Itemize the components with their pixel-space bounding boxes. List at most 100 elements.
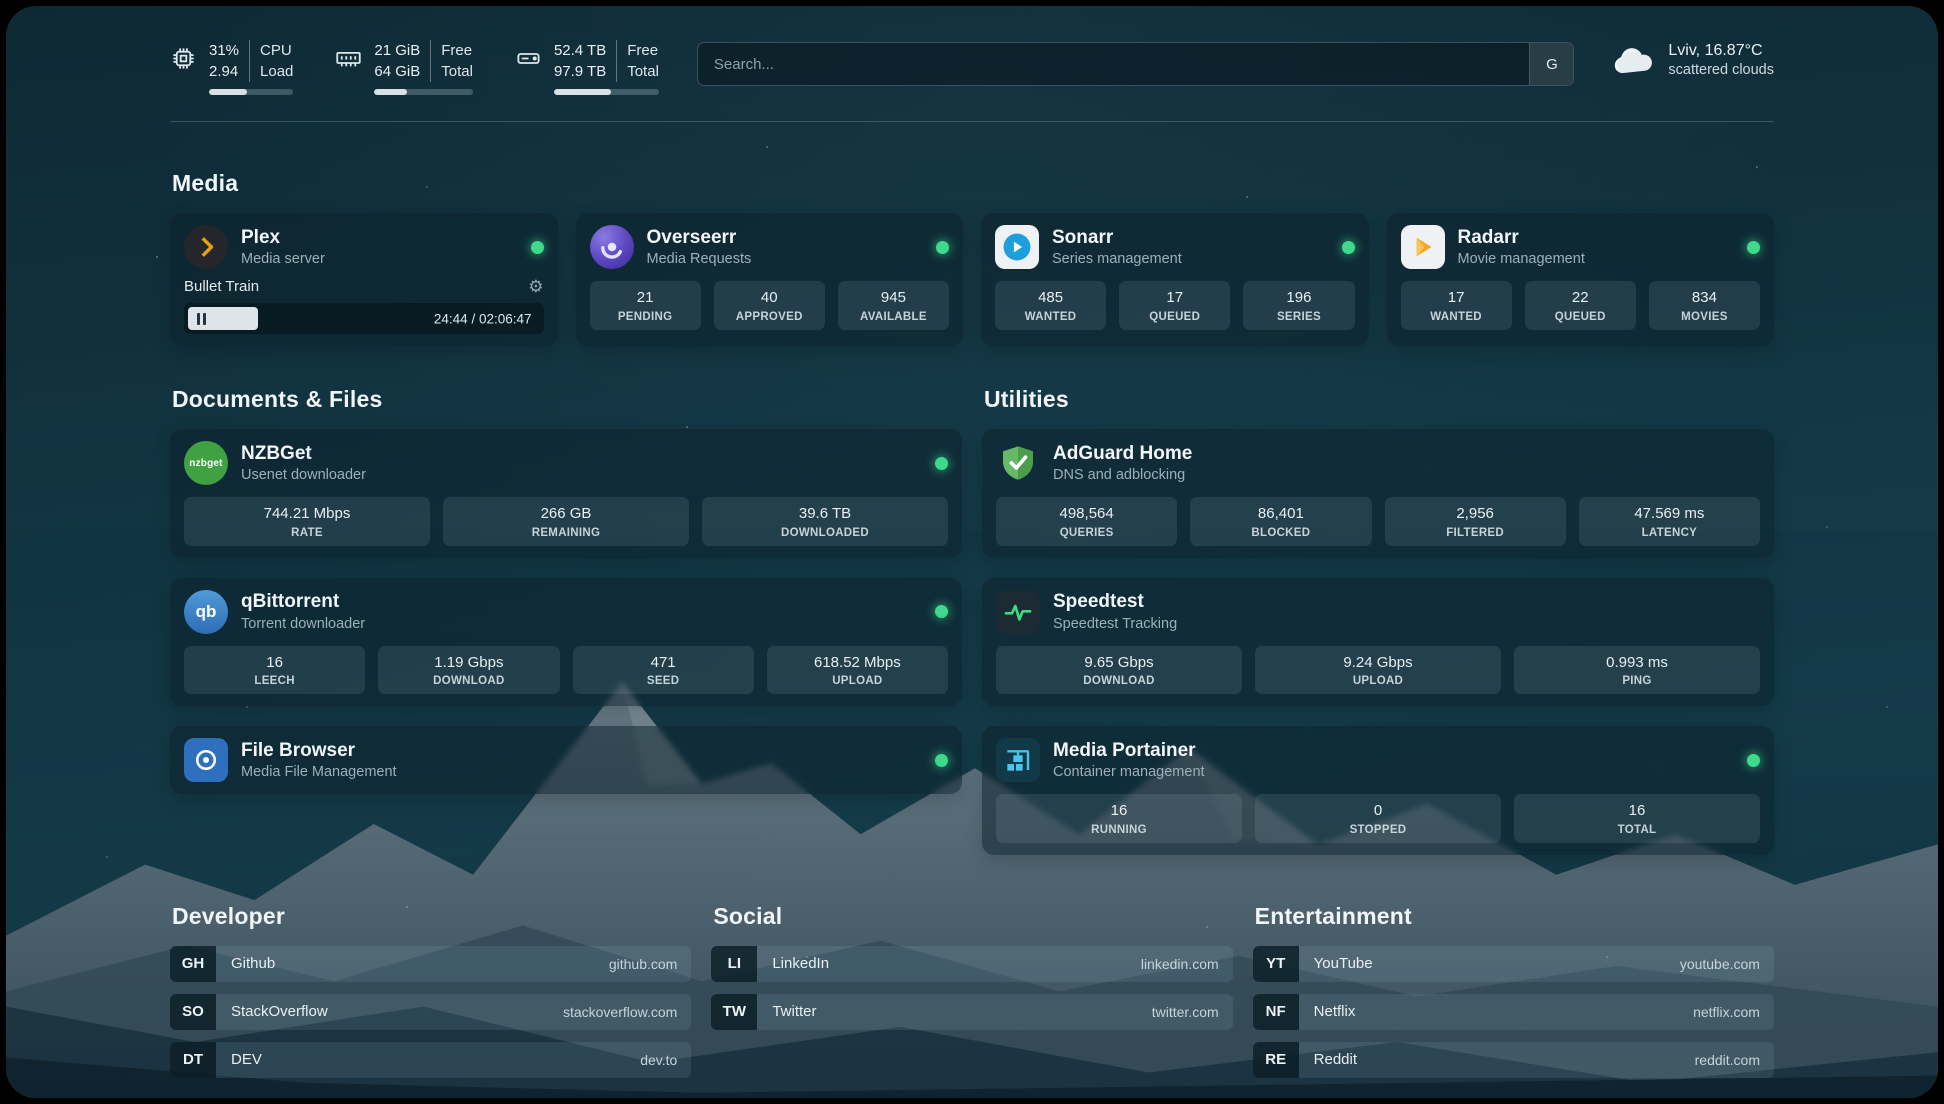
ram-progress-fill <box>374 89 407 95</box>
topbar-divider <box>170 121 1774 122</box>
cpu-icon <box>170 45 197 72</box>
sonarr-card[interactable]: Sonarr Series management 485 WANTED 17 Q… <box>981 213 1369 346</box>
nzbget-subtitle: Usenet downloader <box>241 467 914 483</box>
qbittorrent-card[interactable]: qb qBittorrent Torrent downloader 16 <box>170 578 962 707</box>
qbittorrent-stat-leech: 16 LEECH <box>184 646 365 695</box>
radarr-stat-queued: 22 QUEUED <box>1525 281 1636 330</box>
overseerr-stat-approved: 40 APPROVED <box>714 281 825 330</box>
plex-status-dot <box>531 241 544 254</box>
stat-value: 196 <box>1247 288 1350 308</box>
bookmark-linkedin[interactable]: LI LinkedIn linkedin.com <box>711 946 1232 982</box>
qbittorrent-subtitle: Torrent downloader <box>241 616 914 632</box>
filebrowser-card[interactable]: File Browser Media File Management <box>170 726 962 794</box>
bookmark-url: linkedin.com <box>1141 956 1233 972</box>
now-playing-title: Bullet Train <box>184 278 259 295</box>
stat-label: PENDING <box>594 311 697 323</box>
adguard-stat-latency: 47.569 ms LATENCY <box>1579 497 1760 546</box>
adguard-card[interactable]: AdGuard Home DNS and adblocking 498,564 … <box>982 429 1774 558</box>
bookmark-netflix[interactable]: NF Netflix netflix.com <box>1253 994 1774 1030</box>
portainer-title: Media Portainer <box>1053 740 1726 762</box>
plex-settings-gear-icon[interactable]: ⚙ <box>528 278 543 295</box>
weather-condition: scattered clouds <box>1668 62 1774 78</box>
stat-value: 16 <box>1000 801 1238 821</box>
plex-icon <box>184 225 228 269</box>
adguard-stat-blocked: 86,401 BLOCKED <box>1190 497 1371 546</box>
stat-label: FILTERED <box>1389 527 1562 539</box>
bookmark-name: Twitter <box>757 1003 1151 1020</box>
portainer-stat-stopped: 0 STOPPED <box>1255 794 1501 843</box>
portainer-card[interactable]: Media Portainer Container management 16 … <box>982 726 1774 855</box>
bookmark-github[interactable]: GH Github github.com <box>170 946 691 982</box>
search-bar[interactable]: G <box>697 42 1575 86</box>
section-title-developer: Developer <box>172 903 691 930</box>
dev-badge: DT <box>170 1042 216 1078</box>
plex-card[interactable]: Plex Media server Bullet Train ⚙ 24:44 <box>170 213 558 346</box>
nzbget-icon-text: nzbget <box>189 458 222 469</box>
overseerr-status-dot <box>936 241 949 254</box>
disk-icon <box>515 45 542 72</box>
pause-icon[interactable] <box>197 313 206 325</box>
sonarr-stat-wanted: 485 WANTED <box>995 281 1106 330</box>
section-title-utilities: Utilities <box>984 386 1774 413</box>
stat-value: 16 <box>188 653 361 673</box>
section-title-documents: Documents & Files <box>172 386 962 413</box>
nzbget-card[interactable]: nzbget NZBGet Usenet downloader 744.21 M… <box>170 429 962 558</box>
speedtest-card[interactable]: Speedtest Speedtest Tracking 9.65 Gbps D… <box>982 578 1774 707</box>
overseerr-stat-pending: 21 PENDING <box>590 281 701 330</box>
cpu-progress-track <box>209 89 293 95</box>
stat-label: PING <box>1518 675 1756 687</box>
bookmark-name: LinkedIn <box>757 955 1141 972</box>
stat-label: LATENCY <box>1583 527 1756 539</box>
bookmark-url: youtube.com <box>1680 956 1774 972</box>
overseerr-stat-available: 945 AVAILABLE <box>838 281 949 330</box>
radarr-card[interactable]: Radarr Movie management 17 WANTED 22 QUE… <box>1387 213 1775 346</box>
stat-value: 2,956 <box>1389 504 1562 524</box>
qbittorrent-stat-seed: 471 SEED <box>573 646 754 695</box>
section-title-social: Social <box>713 903 1232 930</box>
plex-progress-fill <box>188 307 258 330</box>
search-input[interactable] <box>698 43 1530 85</box>
radarr-stat-movies: 834 MOVIES <box>1649 281 1760 330</box>
bookmark-url: dev.to <box>640 1052 691 1068</box>
stat-value: 945 <box>842 288 945 308</box>
stat-value: 498,564 <box>1000 504 1173 524</box>
stat-label: SERIES <box>1247 311 1350 323</box>
qbittorrent-stat-upload: 618.52 Mbps UPLOAD <box>767 646 948 695</box>
bookmark-name: YouTube <box>1299 955 1680 972</box>
stat-value: 17 <box>1405 288 1508 308</box>
weather-location-temp: Lviv, 16.87°C <box>1668 42 1774 60</box>
cpu-metric: 31% 2.94 CPU Load <box>170 40 293 95</box>
bookmark-twitter[interactable]: TW Twitter twitter.com <box>711 994 1232 1030</box>
speedtest-stat-ping: 0.993 ms PING <box>1514 646 1760 695</box>
cpu-usage-value: 31% <box>209 40 239 61</box>
nzbget-icon: nzbget <box>184 441 228 485</box>
stat-value: 744.21 Mbps <box>188 504 426 524</box>
overseerr-card[interactable]: Overseerr Media Requests 21 PENDING 40 A… <box>576 213 964 346</box>
stat-label: BLOCKED <box>1194 527 1367 539</box>
ram-metric: 21 GiB 64 GiB Free Total <box>335 40 473 95</box>
stat-label: DOWNLOADED <box>706 527 944 539</box>
bookmark-reddit[interactable]: RE Reddit reddit.com <box>1253 1042 1774 1078</box>
qbittorrent-stat-download: 1.19 Gbps DOWNLOAD <box>378 646 559 695</box>
adguard-icon <box>996 441 1040 485</box>
bookmark-dev[interactable]: DT DEV dev.to <box>170 1042 691 1078</box>
plex-player-bar[interactable]: 24:44 / 02:06:47 <box>184 303 544 334</box>
stat-label: APPROVED <box>718 311 821 323</box>
portainer-icon <box>996 738 1040 782</box>
disk-progress-fill <box>554 89 611 95</box>
disk-progress-track <box>554 89 659 95</box>
cpu-label-1: CPU <box>260 40 293 61</box>
stat-label: DOWNLOAD <box>1000 675 1238 687</box>
portainer-stat-total: 16 TOTAL <box>1514 794 1760 843</box>
sonarr-icon <box>995 225 1039 269</box>
stat-label: RATE <box>188 527 426 539</box>
netflix-badge: NF <box>1253 994 1299 1030</box>
stat-label: UPLOAD <box>771 675 944 687</box>
top-bar: 31% 2.94 CPU Load <box>170 6 1774 95</box>
youtube-badge: YT <box>1253 946 1299 982</box>
bookmark-youtube[interactable]: YT YouTube youtube.com <box>1253 946 1774 982</box>
search-engine-button[interactable]: G <box>1529 43 1573 85</box>
bookmark-stackoverflow[interactable]: SO StackOverflow stackoverflow.com <box>170 994 691 1030</box>
reddit-badge: RE <box>1253 1042 1299 1078</box>
disk-metric: 52.4 TB 97.9 TB Free Total <box>515 40 659 95</box>
